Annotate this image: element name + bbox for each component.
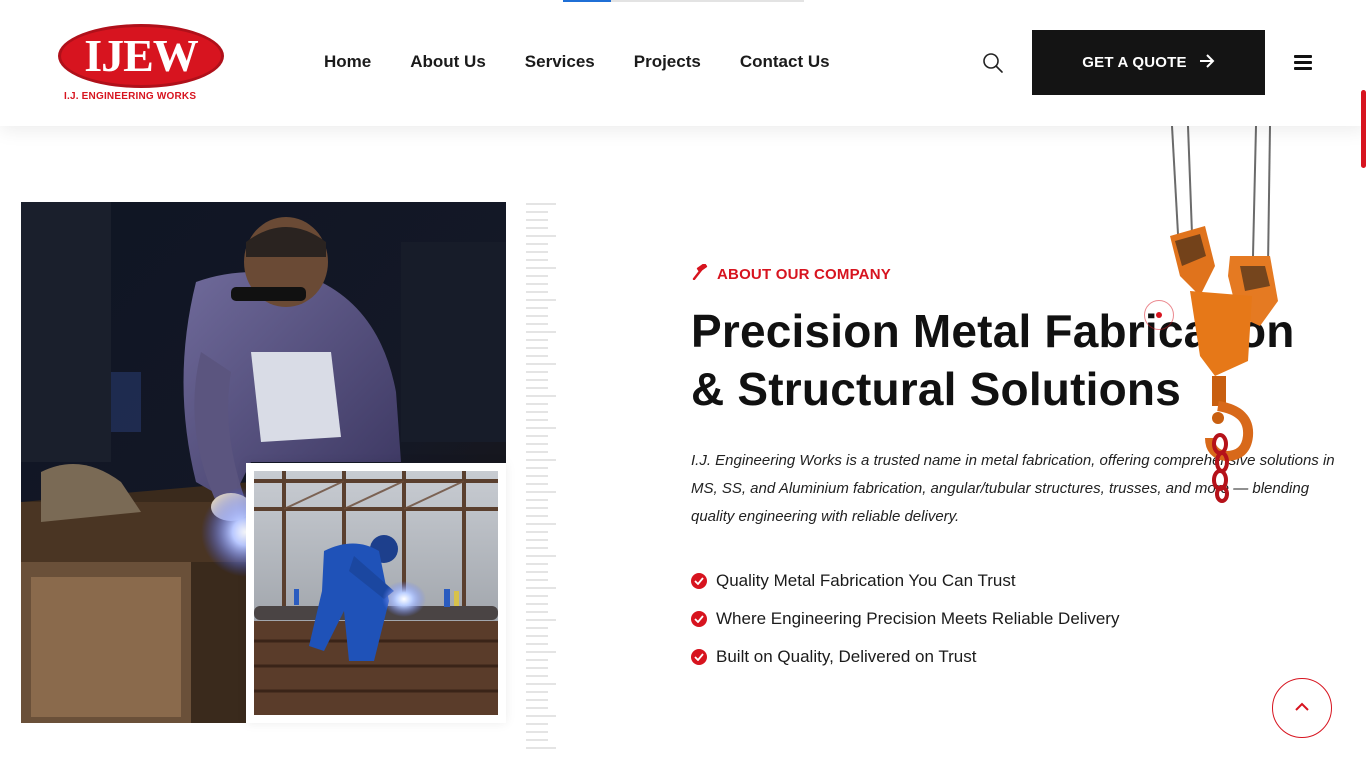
feature-item: Where Engineering Precision Meets Reliab… — [691, 600, 1119, 638]
nav-item-about-us[interactable]: About Us — [410, 52, 486, 72]
about-eyebrow: ABOUT OUR COMPANY — [691, 262, 891, 285]
feature-label: Quality Metal Fabrication You Can Trust — [716, 571, 1016, 590]
logo-oval: IJEW — [58, 24, 224, 88]
chevron-up-icon — [1294, 699, 1310, 717]
nav-item-projects[interactable]: Projects — [634, 52, 701, 72]
fabrication-worker-photo — [254, 471, 498, 715]
search-icon[interactable] — [982, 52, 1004, 74]
site-header: IJEW I.J. ENGINEERING WORKS Home About U… — [0, 0, 1366, 126]
get-a-quote-button[interactable]: GET A QUOTE — [1032, 30, 1265, 95]
logo-mark: IJEW — [84, 30, 199, 81]
feature-label: Built on Quality, Delivered on Trust — [716, 647, 977, 666]
check-circle-icon — [691, 649, 707, 665]
feature-item: Quality Metal Fabrication You Can Trust — [691, 562, 1119, 600]
logo-subtitle: I.J. ENGINEERING WORKS — [64, 91, 197, 102]
feature-label: Where Engineering Precision Meets Reliab… — [716, 609, 1120, 628]
hammer-icon — [691, 262, 709, 285]
hamburger-menu-icon[interactable] — [1294, 55, 1312, 71]
nav-item-services[interactable]: Services — [525, 52, 595, 72]
scrollbar-thumb[interactable] — [1361, 90, 1366, 168]
about-heading-line2: & Structural Solutions — [691, 363, 1181, 415]
page-progress-line — [563, 0, 804, 2]
nav-item-contact-us[interactable]: Contact Us — [740, 52, 830, 72]
check-circle-icon — [691, 611, 707, 627]
about-description: I.J. Engineering Works is a trusted name… — [691, 452, 1335, 525]
about-eyebrow-text: ABOUT OUR COMPANY — [717, 266, 891, 283]
about-heading-line1: Precision Metal Fabrication — [691, 305, 1295, 357]
feature-item: Built on Quality, Delivered on Trust — [691, 638, 1119, 676]
about-heading: Precision Metal Fabrication & Structural… — [691, 302, 1351, 418]
worker-photo-frame — [246, 463, 506, 723]
check-circle-icon — [691, 573, 707, 589]
arrow-right-icon — [1199, 53, 1215, 72]
company-logo[interactable]: IJEW I.J. ENGINEERING WORKS — [58, 24, 224, 104]
decorative-ruler — [526, 203, 556, 749]
custom-cursor-dot — [1156, 312, 1162, 318]
feature-list: Quality Metal Fabrication You Can Trust … — [691, 562, 1119, 676]
main-nav: Home About Us Services Projects Contact … — [324, 52, 869, 72]
back-to-top-button[interactable] — [1272, 678, 1332, 738]
nav-item-home[interactable]: Home — [324, 52, 371, 72]
quote-button-label: GET A QUOTE — [1082, 54, 1187, 71]
